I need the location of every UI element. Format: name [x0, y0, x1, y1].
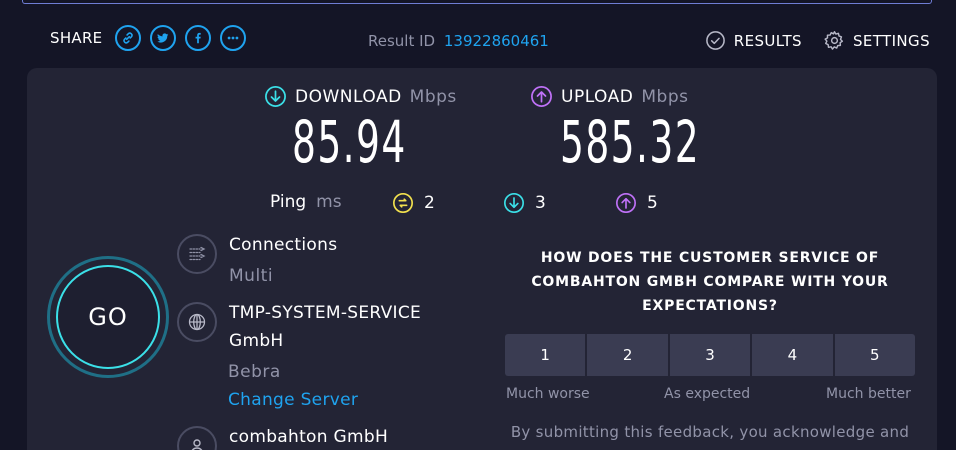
server-name-line1: TMP-SYSTEM-SERVICE [229, 303, 422, 323]
upload-header: UPLOAD Mbps [530, 85, 688, 108]
download-speed-value: 85.94 [292, 108, 407, 176]
download-arrow-icon [265, 86, 286, 107]
server-location: Bebra [228, 362, 281, 382]
facebook-icon[interactable] [185, 25, 212, 51]
download-unit: Mbps [409, 86, 457, 107]
connections-icon [177, 234, 217, 274]
ping-row: Ping ms 2 3 5 [270, 192, 658, 213]
results-button[interactable]: RESULTS [705, 30, 802, 51]
check-circle-icon [705, 31, 725, 50]
survey-question: HOW DOES THE CUSTOMER SERVICE OF COMBAHT… [531, 250, 889, 314]
ping-upload: 5 [615, 192, 658, 214]
connections-title: Connections [229, 235, 338, 255]
settings-label: SETTINGS [852, 31, 930, 50]
ping-unit: ms [316, 192, 342, 212]
rating-option-4[interactable]: 4 [752, 334, 833, 376]
upload-label: UPLOAD [561, 86, 634, 107]
top-nav: RESULTS SETTINGS [705, 30, 930, 51]
rating-option-1[interactable]: 1 [505, 334, 586, 376]
share-label: SHARE [50, 29, 103, 47]
ping-idle-value: 2 [424, 193, 435, 213]
survey-disclaimer: By submitting this feedback, you acknowl… [510, 423, 910, 441]
result-id-link[interactable]: 13922860461 [444, 32, 549, 50]
ping-idle: 2 [392, 192, 435, 214]
isp-name: combahton GmbH [229, 427, 389, 447]
upload-arrow-icon [531, 86, 552, 107]
scale-mid-label: As expected [664, 386, 751, 402]
server-name-line2: GmbH [229, 331, 284, 351]
scale-low-label: Much worse [506, 386, 590, 402]
rating-option-2[interactable]: 2 [587, 334, 668, 376]
person-icon [177, 426, 217, 450]
change-server-link[interactable]: Change Server [228, 390, 358, 410]
rating-option-5[interactable]: 5 [834, 334, 916, 376]
globe-icon [177, 302, 217, 342]
header: SHARE Result ID 13922860461 RESULTS SETT… [0, 0, 956, 68]
results-panel: DOWNLOAD Mbps 85.94 UPLOAD Mbps 585.32 P… [27, 68, 937, 450]
rating-option-3[interactable]: 3 [669, 334, 751, 376]
go-button[interactable]: GO [56, 265, 160, 369]
download-header: DOWNLOAD Mbps [264, 85, 457, 108]
ping-label: Ping [270, 192, 307, 212]
result-id: Result ID 13922860461 [368, 32, 549, 50]
connections-value: Multi [229, 266, 274, 286]
gear-icon [824, 31, 843, 50]
link-icon[interactable] [115, 25, 142, 51]
upload-ping-icon [616, 193, 636, 213]
ping-upload-value: 5 [647, 193, 658, 213]
more-icon[interactable] [220, 25, 247, 51]
ping-download: 3 [503, 192, 546, 214]
share-bar: SHARE [50, 25, 247, 51]
download-ping-icon [504, 193, 524, 213]
scale-high-label: Much better [826, 386, 911, 402]
ping-download-value: 3 [535, 193, 546, 213]
rating-scale: 1 2 3 4 5 [505, 334, 916, 376]
download-label: DOWNLOAD [295, 86, 402, 107]
result-id-label: Result ID [368, 32, 436, 50]
upload-speed-value: 585.32 [560, 108, 701, 176]
go-button-ring: GO [47, 256, 169, 378]
results-label: RESULTS [733, 31, 802, 50]
upload-unit: Mbps [641, 86, 689, 107]
twitter-icon[interactable] [150, 25, 177, 51]
idle-ping-icon [393, 193, 413, 213]
settings-button[interactable]: SETTINGS [824, 30, 930, 51]
